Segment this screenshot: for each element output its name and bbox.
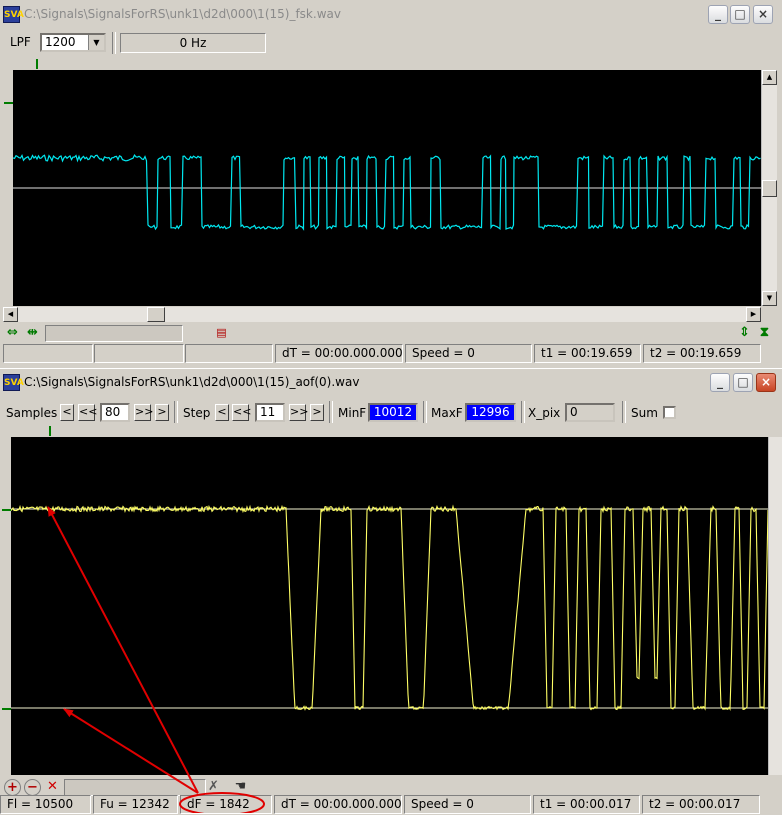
- fsk-window: SVA C:\Signals\SignalsForRS\unk1\d2d\000…: [0, 0, 782, 366]
- xpix-label: X_pix: [528, 406, 561, 420]
- status-dt: dT = 00:00.000.000: [274, 795, 402, 814]
- samples-label: Samples: [6, 406, 58, 420]
- samples-next-button[interactable]: >: [155, 404, 169, 421]
- step-input[interactable]: 11: [255, 403, 285, 422]
- app-icon: SVA: [3, 374, 24, 391]
- compress-vertical-icon[interactable]: ⧗: [756, 325, 773, 342]
- toolbar-separator: [622, 401, 626, 423]
- position-track[interactable]: [64, 779, 206, 796]
- status-cell-empty-3: [185, 344, 273, 363]
- status-speed: Speed = 0: [404, 795, 531, 814]
- zoom-out-icon[interactable]: −: [24, 779, 41, 796]
- vertical-scroll-thumb[interactable]: [762, 180, 777, 197]
- toolbar-separator: [329, 401, 333, 423]
- expand-vertical-icon[interactable]: ⇕: [736, 325, 753, 342]
- step-label: Step: [183, 406, 211, 420]
- close-button[interactable]: ×: [756, 373, 776, 392]
- app-icon: SVA: [3, 6, 24, 23]
- marker-tool-icon[interactable]: ▤: [213, 325, 230, 342]
- sum-checkbox[interactable]: [663, 406, 676, 419]
- status-speed: Speed = 0: [405, 344, 532, 363]
- step-prev-button[interactable]: <: [215, 404, 229, 421]
- maxf-label: MaxF: [431, 406, 463, 420]
- status-bar: Fl = 10500 Fu = 12342 dF = 1842 dT = 00:…: [0, 795, 782, 815]
- aof-toolbar: Samples < << 80 >> > Step < << 11 >> > M…: [0, 400, 776, 426]
- scroll-left-arrow-icon[interactable]: ◀: [3, 307, 18, 322]
- scroll-down-arrow-icon[interactable]: ▼: [762, 291, 777, 306]
- maximize-button[interactable]: □: [733, 373, 753, 392]
- vertical-scrollbar[interactable]: [768, 437, 782, 775]
- samples-input[interactable]: 80: [100, 403, 130, 422]
- vertical-scrollbar[interactable]: ▲ ▼: [761, 70, 777, 306]
- samples-prev-button[interactable]: <: [60, 404, 74, 421]
- horizontal-scroll-thumb[interactable]: [147, 307, 165, 322]
- cursor-marker-top: [36, 59, 38, 69]
- clear-icon[interactable]: ✗: [205, 779, 222, 796]
- window-title: C:\Signals\SignalsForRS\unk1\d2d\000\1(1…: [24, 375, 360, 389]
- status-bar: dT = 00:00.000.000 Speed = 0 t1 = 00:19.…: [0, 344, 782, 364]
- aof-window: SVA C:\Signals\SignalsForRS\unk1\d2d\000…: [0, 368, 782, 814]
- samples-fast-next-button[interactable]: >>: [134, 404, 153, 421]
- toolbar-separator: [423, 401, 427, 423]
- status-t1: t1 = 00:19.659: [534, 344, 641, 363]
- xpix-value: 0: [565, 403, 615, 422]
- status-fu: Fu = 12342: [93, 795, 178, 814]
- zoom-in-icon[interactable]: +: [4, 779, 21, 796]
- minf-label: MinF: [338, 406, 367, 420]
- toolbar-separator: [112, 32, 116, 54]
- toolbar-separator: [521, 401, 525, 423]
- fsk-trace: [13, 153, 761, 231]
- status-t2: t2 = 00:00.017: [642, 795, 760, 814]
- minimize-button[interactable]: _: [710, 373, 730, 392]
- maxf-value: 12996: [465, 403, 516, 422]
- fsk-signal-plot[interactable]: [13, 70, 761, 306]
- status-cell-empty-1: [3, 344, 93, 363]
- status-cell-empty-2: [94, 344, 184, 363]
- compress-horizontal-icon[interactable]: ⇹: [24, 325, 41, 342]
- status-df: dF = 1842: [180, 795, 272, 814]
- aof-signal-plot[interactable]: [11, 437, 768, 775]
- expand-horizontal-icon[interactable]: ⇔: [4, 325, 21, 342]
- step-next-button[interactable]: >: [310, 404, 324, 421]
- minf-value: 10012: [368, 403, 418, 422]
- close-button[interactable]: ×: [753, 5, 773, 24]
- cursor-marker-top: [49, 426, 51, 436]
- lpf-select[interactable]: 1200 ▼: [40, 33, 106, 52]
- step-fast-prev-button[interactable]: <<: [232, 404, 251, 421]
- status-t2: t2 = 00:19.659: [643, 344, 761, 363]
- frequency-readout: 0 Hz: [120, 33, 266, 53]
- status-t1: t1 = 00:00.017: [533, 795, 640, 814]
- title-bar[interactable]: SVA C:\Signals\SignalsForRS\unk1\d2d\000…: [0, 4, 782, 26]
- step-fast-next-button[interactable]: >>: [289, 404, 308, 421]
- window-title: C:\Signals\SignalsForRS\unk1\d2d\000\1(1…: [24, 7, 341, 21]
- hand-tool-icon[interactable]: ☚: [232, 779, 249, 796]
- level-marker: [4, 102, 13, 104]
- toolbar-separator: [174, 401, 178, 423]
- status-dt: dT = 00:00.000.000: [275, 344, 403, 363]
- sum-label: Sum: [631, 406, 658, 420]
- maximize-button[interactable]: □: [730, 5, 750, 24]
- position-track[interactable]: [45, 325, 183, 342]
- fsk-toolbar: LPF 1200 ▼ 0 Hz: [2, 30, 778, 56]
- aof-trace: [11, 504, 768, 712]
- status-fl: Fl = 10500: [0, 795, 91, 814]
- horizontal-scrollbar[interactable]: ◀ ▶: [3, 307, 761, 322]
- scroll-right-arrow-icon[interactable]: ▶: [746, 307, 761, 322]
- lpf-label: LPF: [10, 35, 31, 49]
- samples-fast-prev-button[interactable]: <<: [78, 404, 97, 421]
- title-bar[interactable]: SVA C:\Signals\SignalsForRS\unk1\d2d\000…: [0, 372, 782, 394]
- scroll-up-arrow-icon[interactable]: ▲: [762, 70, 777, 85]
- minimize-button[interactable]: _: [708, 5, 728, 24]
- lpf-value: 1200: [45, 35, 76, 49]
- zoom-reset-icon[interactable]: ✕: [44, 779, 61, 796]
- chevron-down-icon[interactable]: ▼: [88, 35, 104, 50]
